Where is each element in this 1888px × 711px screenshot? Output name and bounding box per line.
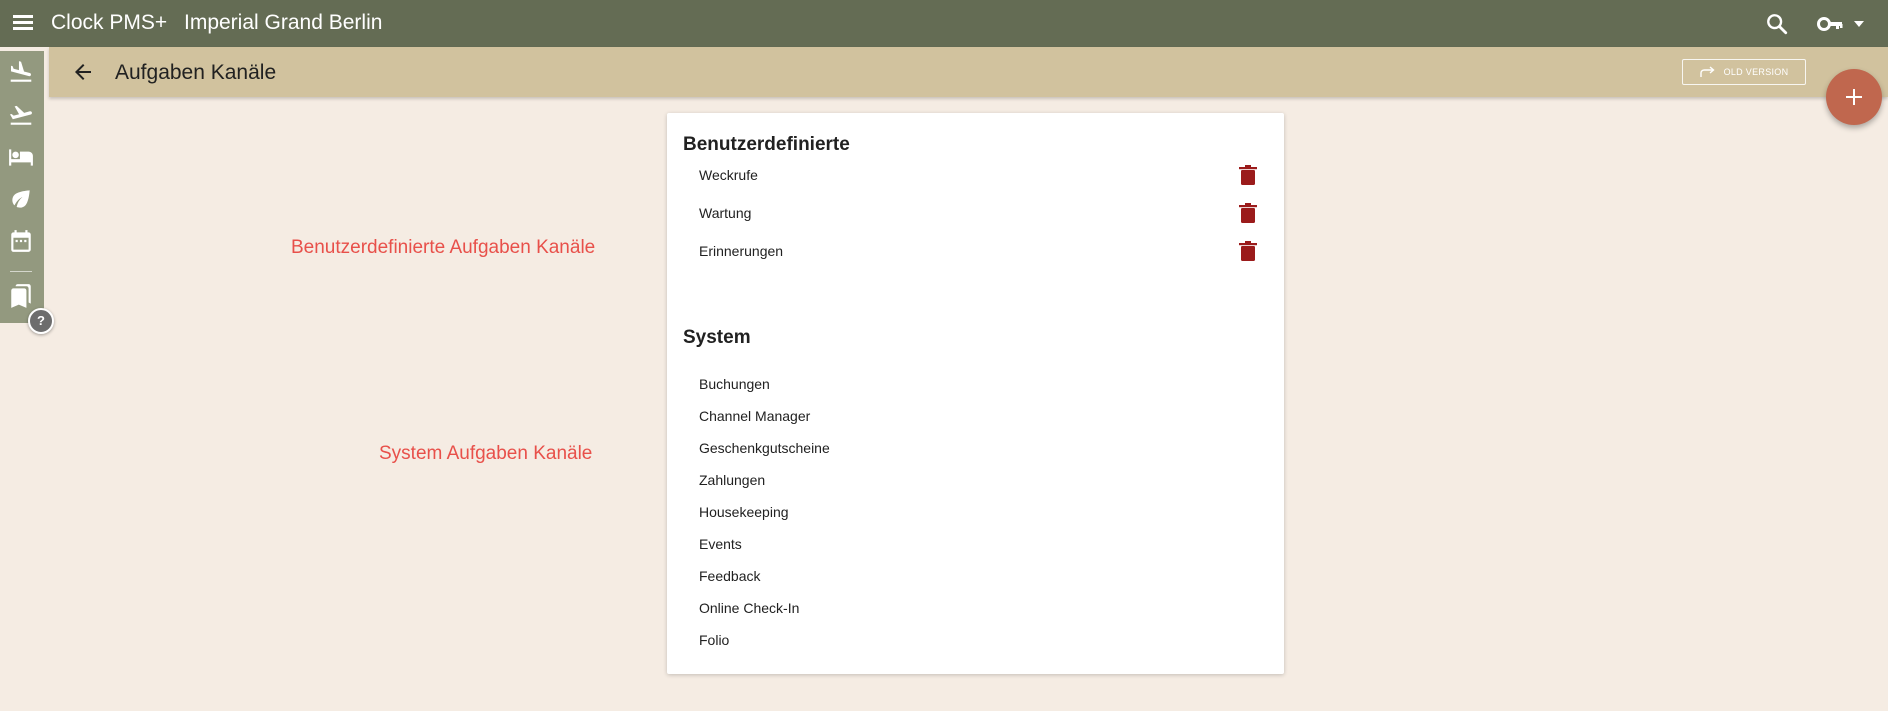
custom-channel-row[interactable]: Erinnerungen [699,232,1259,270]
top-app-bar: Clock PMS+ Imperial Grand Berlin [0,0,1888,47]
channel-label: Weckrufe [699,167,758,183]
system-channel-row[interactable]: Geschenkgutscheine [699,433,830,463]
hotel-name[interactable]: Imperial Grand Berlin [184,11,382,35]
system-channel-row[interactable]: Buchungen [699,369,770,399]
delete-icon[interactable] [1237,164,1259,186]
hotel-bed-icon[interactable] [8,144,34,170]
delete-icon[interactable] [1237,240,1259,262]
arrow-drop-down-icon [1854,21,1864,27]
redo-arrow-icon [1699,66,1715,77]
help-button[interactable]: ? [28,308,54,334]
system-channel-row[interactable]: Events [699,529,742,559]
back-arrow-icon[interactable] [71,60,95,84]
side-navigation [0,51,44,323]
key-menu-button[interactable] [1814,10,1874,38]
custom-channels-annotation: Benutzerdefinierte Aufgaben Kanäle [291,237,596,258]
custom-section-title: Benutzerdefinierte [683,134,850,155]
system-channels-annotation: System Aufgaben Kanäle [379,443,593,464]
system-channel-row[interactable]: Feedback [699,561,760,591]
system-section-title: System [683,327,751,348]
page-title: Aufgaben Kanäle [115,61,277,84]
system-channel-row[interactable]: Folio [699,625,729,655]
app-title: Clock PMS+ [51,11,168,34]
task-channels-card: Benutzerdefinierte Weckrufe Wartung Erin… [667,113,1284,674]
system-channel-row[interactable]: Housekeeping [699,497,789,527]
delete-icon[interactable] [1237,202,1259,224]
sidebar-divider [10,271,32,272]
custom-channel-row[interactable]: Weckrufe [699,156,1259,194]
page-header: Aufgaben Kanäle Old version [49,47,1888,97]
flight-takeoff-icon[interactable] [8,102,34,128]
channel-label: Erinnerungen [699,243,784,259]
custom-channel-row[interactable]: Wartung [699,194,1259,232]
key-icon [1817,17,1843,31]
old-version-label: Old version [1723,67,1789,77]
system-channel-row[interactable]: Channel Manager [699,401,810,431]
menu-icon[interactable] [10,10,36,36]
old-version-button[interactable]: Old version [1682,59,1806,85]
plus-icon [1846,89,1862,105]
calendar-icon[interactable] [8,228,34,254]
search-icon[interactable] [1763,10,1791,38]
system-channel-row[interactable]: Zahlungen [699,465,765,495]
add-channel-button[interactable] [1826,69,1882,125]
system-channel-row[interactable]: Online Check-In [699,593,799,623]
bookmarks-icon[interactable] [8,283,34,309]
leaf-icon[interactable] [8,186,34,212]
flight-land-icon[interactable] [8,59,34,85]
channel-label: Wartung [699,205,752,221]
